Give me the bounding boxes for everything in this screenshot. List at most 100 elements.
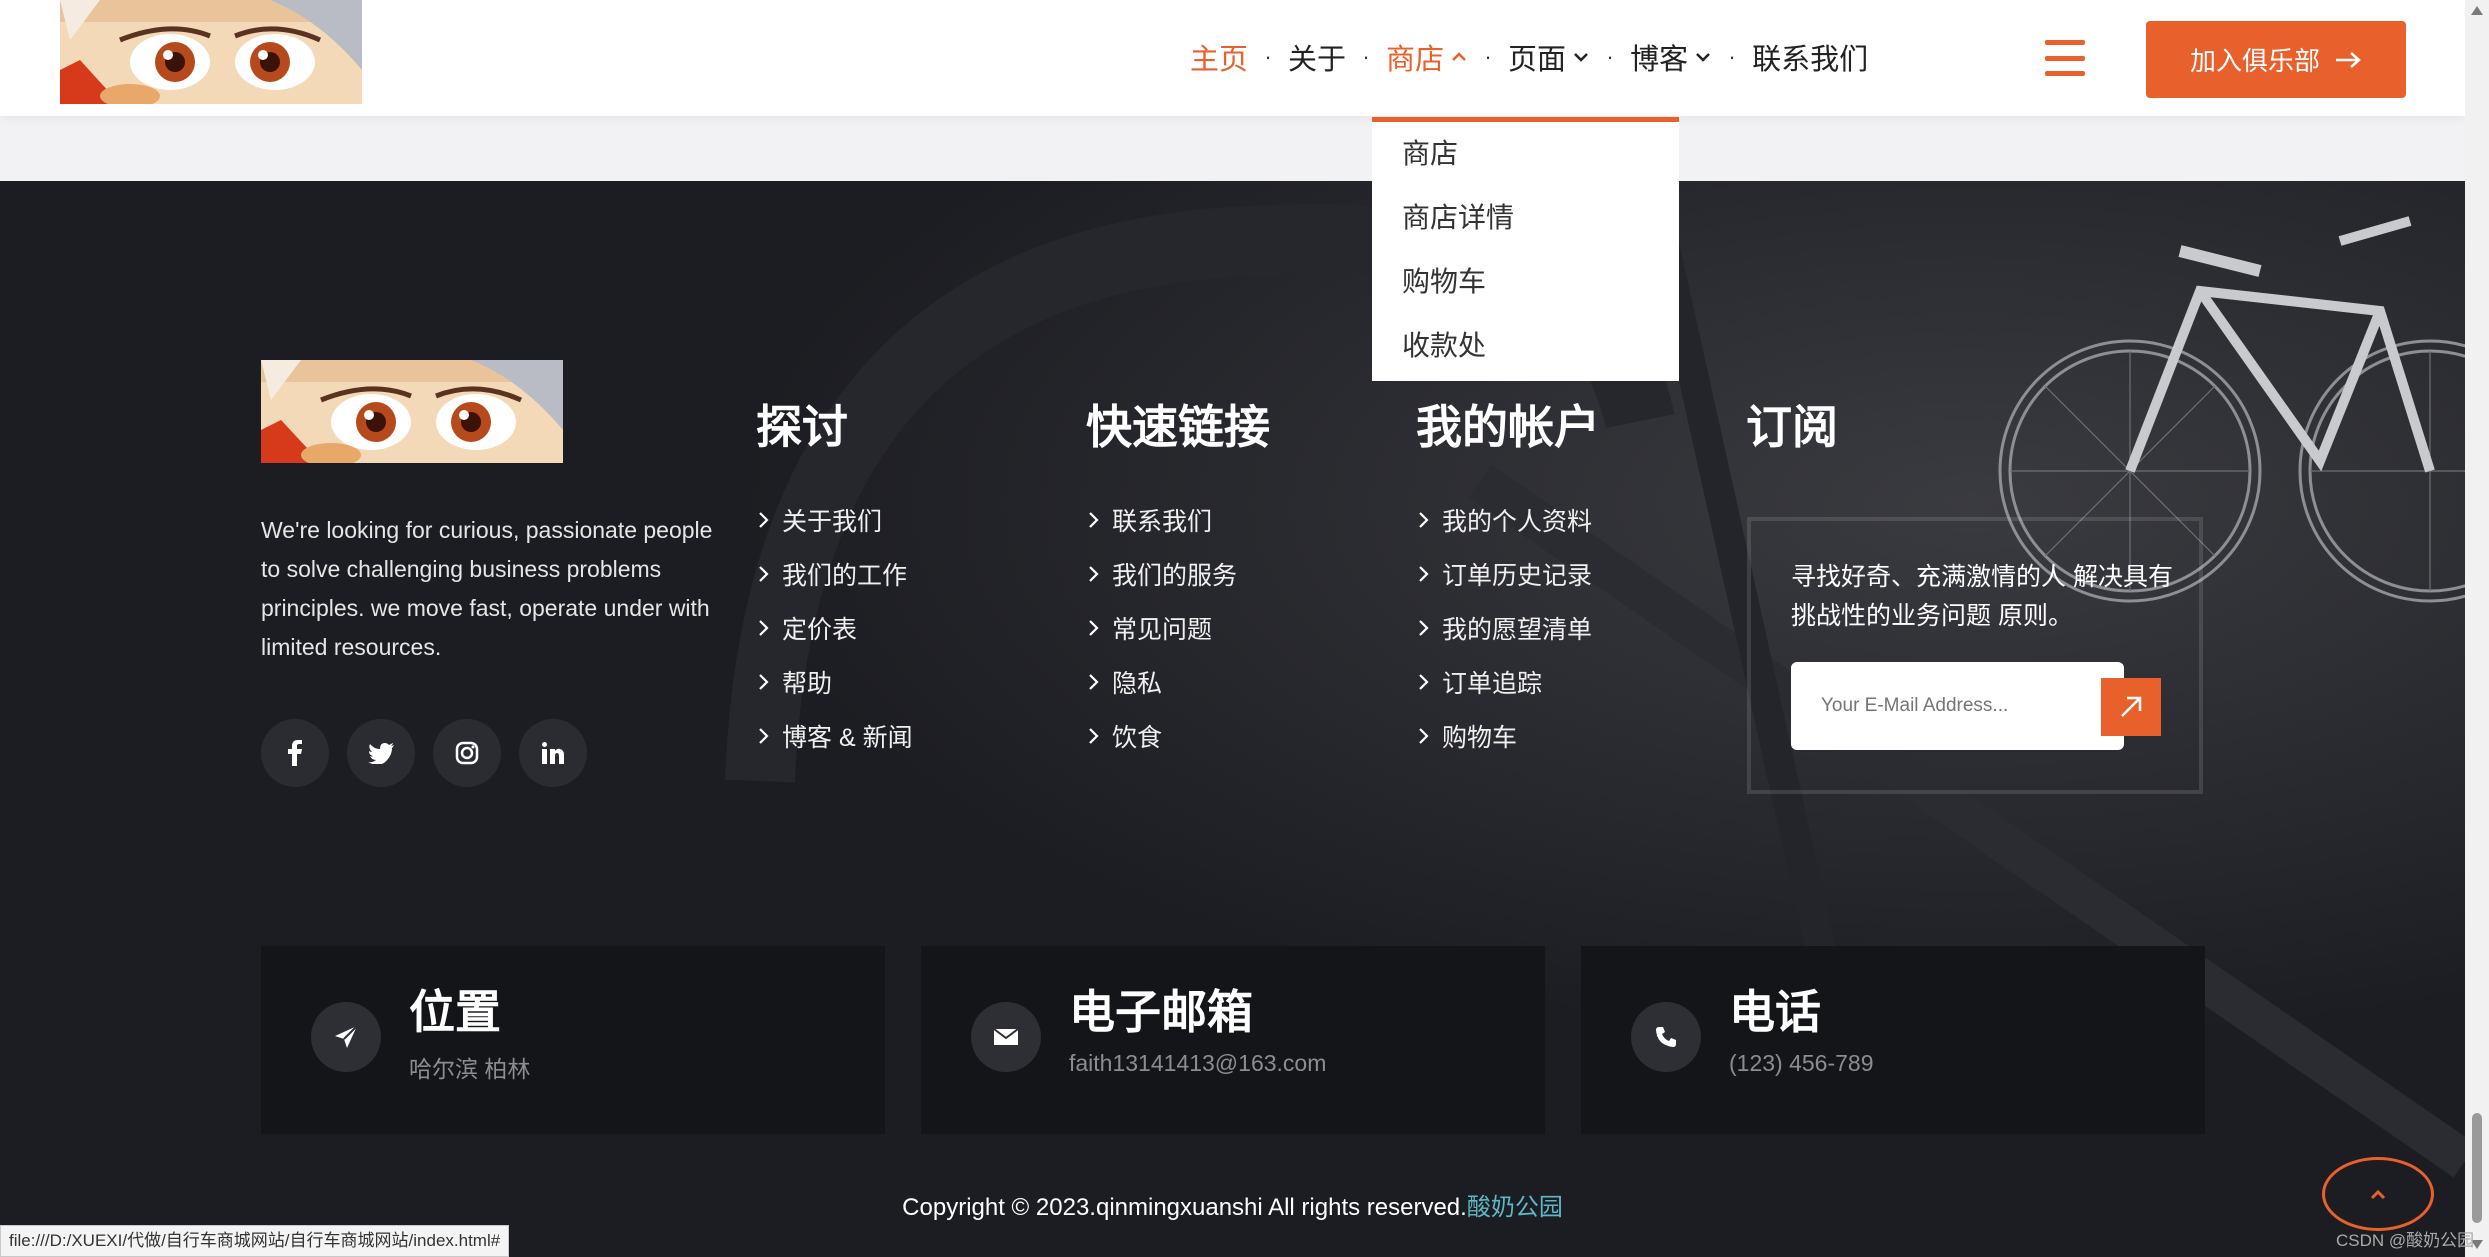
instagram-icon[interactable] bbox=[433, 719, 501, 787]
chevron-right-icon bbox=[1089, 674, 1099, 690]
footer-link[interactable]: 定价表 bbox=[756, 601, 913, 655]
nav-separator: · bbox=[1264, 44, 1272, 69]
footer-link-label: 定价表 bbox=[782, 616, 858, 644]
copyright-brand-link[interactable]: 酸奶公园 bbox=[1467, 1194, 1563, 1221]
join-club-label: 加入俱乐部 bbox=[2189, 46, 2320, 76]
footer-link[interactable]: 关于我们 bbox=[756, 493, 913, 547]
footer-link-label: 我的愿望清单 bbox=[1442, 616, 1593, 644]
dropdown-item-shop-details[interactable]: 商店详情 bbox=[1372, 192, 1679, 256]
info-card-email: 电子邮箱 faith13141413@163.com bbox=[921, 946, 1545, 1134]
footer-link[interactable]: 隐私 bbox=[1086, 655, 1270, 709]
footer-column-my-account: 我的帐户 我的个人资料 订单历史记录 我的愿望清单 订单追踪 购物车 bbox=[1416, 399, 1600, 763]
footer-link[interactable]: 订单历史记录 bbox=[1416, 547, 1600, 601]
footer-link-label: 博客 & 新闻 bbox=[782, 724, 913, 752]
footer-link[interactable]: 博客 & 新闻 bbox=[756, 709, 913, 763]
shop-dropdown: 商店 商店详情 购物车 收款处 bbox=[1372, 117, 1679, 381]
info-card-phone: 电话 (123) 456-789 bbox=[1581, 946, 2205, 1134]
site-logo[interactable] bbox=[60, 0, 362, 104]
info-card-title: 电话 bbox=[1729, 986, 1821, 1038]
column-title: 我的帐户 bbox=[1416, 401, 1600, 453]
nav-about[interactable]: 关于 bbox=[1288, 36, 1346, 78]
arrow-right-icon bbox=[2336, 51, 2361, 68]
facebook-icon[interactable] bbox=[261, 719, 329, 787]
email-field[interactable] bbox=[1791, 662, 2124, 750]
nav-separator: · bbox=[1362, 44, 1370, 69]
footer-link-label: 我们的服务 bbox=[1112, 562, 1238, 590]
hamburger-menu-icon[interactable] bbox=[2045, 40, 2085, 76]
footer-link-label: 饮食 bbox=[1112, 724, 1163, 752]
envelope-icon bbox=[971, 1002, 1041, 1072]
footer-link[interactable]: 常见问题 bbox=[1086, 601, 1270, 655]
chevron-right-icon bbox=[1419, 566, 1429, 582]
nav-separator: · bbox=[1728, 44, 1736, 69]
footer-link-label: 购物车 bbox=[1442, 724, 1518, 752]
nav-pages[interactable]: 页面 bbox=[1508, 36, 1590, 78]
scrollbar-thumb[interactable] bbox=[2472, 1113, 2482, 1223]
site-header: 主页 · 关于 · 商店 · 页面 · 博客 · 联系我们 加入俱乐部 bbox=[0, 0, 2465, 116]
footer-link[interactable]: 我的愿望清单 bbox=[1416, 601, 1600, 655]
nav-separator: · bbox=[1484, 44, 1492, 69]
info-card-value: 哈尔滨 柏林 bbox=[409, 1056, 531, 1082]
footer-link-label: 关于我们 bbox=[782, 508, 883, 536]
chevron-right-icon bbox=[759, 728, 769, 744]
chevron-right-icon bbox=[759, 512, 769, 528]
nav-contact-label: 联系我们 bbox=[1752, 44, 1869, 76]
chevron-right-icon bbox=[1419, 512, 1429, 528]
column-title: 探讨 bbox=[756, 401, 848, 453]
twitter-icon[interactable] bbox=[347, 719, 415, 787]
footer-link[interactable]: 订单追踪 bbox=[1416, 655, 1600, 709]
copyright-text: Copyright © 2023.qinmingxuanshi All righ… bbox=[902, 1194, 1467, 1221]
column-title: 快速链接 bbox=[1086, 401, 1270, 453]
email-input[interactable] bbox=[1819, 694, 2079, 718]
nav-separator: · bbox=[1606, 44, 1614, 69]
back-to-top-button[interactable] bbox=[2322, 1157, 2434, 1231]
main-nav: 主页 · 关于 · 商店 · 页面 · 博客 · 联系我们 bbox=[1190, 32, 1868, 82]
footer-link-label: 订单追踪 bbox=[1442, 670, 1543, 698]
nav-home[interactable]: 主页 bbox=[1190, 36, 1248, 78]
chevron-right-icon bbox=[1089, 566, 1099, 582]
dropdown-item-checkout[interactable]: 收款处 bbox=[1372, 320, 1679, 384]
copyright: Copyright © 2023.qinmingxuanshi All righ… bbox=[0, 1187, 2465, 1222]
join-club-button[interactable]: 加入俱乐部 bbox=[2146, 21, 2406, 98]
nav-shop-label: 商店 bbox=[1386, 44, 1445, 76]
nav-about-label: 关于 bbox=[1288, 44, 1347, 76]
footer-logo[interactable] bbox=[261, 360, 563, 463]
dropdown-item-cart[interactable]: 购物车 bbox=[1372, 256, 1679, 320]
dropdown-item-shop[interactable]: 商店 bbox=[1372, 128, 1679, 192]
nav-contact[interactable]: 联系我们 bbox=[1752, 36, 1868, 78]
footer-link-label: 常见问题 bbox=[1112, 616, 1213, 644]
chevron-right-icon bbox=[759, 674, 769, 690]
footer-link-label: 帮助 bbox=[782, 670, 833, 698]
watermark: CSDN @酸奶公园 bbox=[2336, 1231, 2475, 1250]
footer-link[interactable]: 饮食 bbox=[1086, 709, 1270, 763]
nav-blog[interactable]: 博客 bbox=[1630, 36, 1712, 78]
nav-shop[interactable]: 商店 bbox=[1386, 36, 1468, 78]
footer-link[interactable]: 帮助 bbox=[756, 655, 913, 709]
column-title: 订阅 bbox=[1746, 401, 1838, 453]
scroll-up-arrow-icon[interactable] bbox=[2471, 6, 2483, 15]
chevron-down-icon bbox=[1696, 53, 1710, 62]
footer-link-label: 订单历史记录 bbox=[1442, 562, 1593, 590]
page-scrollbar[interactable] bbox=[2465, 0, 2489, 1257]
info-card-value[interactable]: faith13141413@163.com bbox=[1069, 1050, 1326, 1077]
chevron-down-icon bbox=[1574, 53, 1588, 62]
chevron-right-icon bbox=[759, 620, 769, 636]
chevron-right-icon bbox=[1419, 674, 1429, 690]
subscribe-submit-button[interactable] bbox=[2101, 678, 2161, 736]
footer-link[interactable]: 我们的服务 bbox=[1086, 547, 1270, 601]
footer-link[interactable]: 我的个人资料 bbox=[1416, 493, 1600, 547]
chevron-right-icon bbox=[1089, 620, 1099, 636]
info-card-title: 位置 bbox=[409, 986, 501, 1038]
paper-plane-icon bbox=[311, 1002, 381, 1072]
footer-link[interactable]: 购物车 bbox=[1416, 709, 1600, 763]
chevron-up-icon bbox=[1452, 52, 1466, 61]
chevron-right-icon bbox=[1419, 620, 1429, 636]
chevron-right-icon bbox=[1089, 728, 1099, 744]
chevron-right-icon bbox=[1089, 512, 1099, 528]
info-card-value[interactable]: (123) 456-789 bbox=[1729, 1050, 1874, 1077]
footer-link[interactable]: 联系我们 bbox=[1086, 493, 1270, 547]
footer-link-label: 我的个人资料 bbox=[1442, 508, 1593, 536]
footer-link[interactable]: 我们的工作 bbox=[756, 547, 913, 601]
chevron-right-icon bbox=[1419, 728, 1429, 744]
linkedin-icon[interactable] bbox=[519, 719, 587, 787]
